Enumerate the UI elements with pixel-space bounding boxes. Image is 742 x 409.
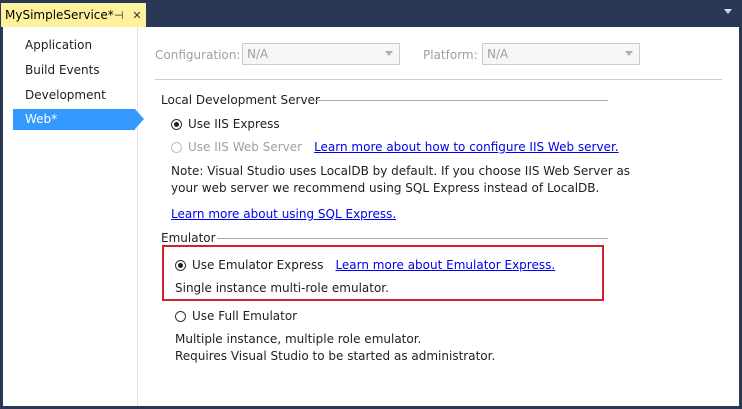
section-divider (217, 238, 608, 239)
document-tab[interactable]: MySimpleService* ⊣ ✕ (1, 3, 146, 27)
localdb-note: Note: Visual Studio uses LocalDB by defa… (171, 163, 630, 197)
iis-web-server-label: Use IIS Web Server (188, 140, 303, 154)
section-divider (312, 100, 608, 101)
emulator-express-option[interactable]: Use Emulator Express Learn more about Em… (175, 256, 555, 274)
iis-express-option[interactable]: Use IIS Express (171, 115, 280, 133)
close-icon[interactable]: ✕ (132, 9, 142, 22)
web-settings-content: Configuration: N/A Platform: N/A Local D… (138, 27, 739, 406)
full-emulator-option[interactable]: Use Full Emulator (175, 307, 297, 325)
platform-value: N/A (487, 47, 509, 61)
note-line: your web server we recommend using SQL E… (171, 181, 600, 195)
configuration-value: N/A (247, 47, 269, 61)
full-emulator-description: Multiple instance, multiple role emulato… (175, 331, 495, 365)
full-emulator-label: Use Full Emulator (192, 309, 298, 323)
platform-select[interactable]: N/A (482, 43, 640, 65)
chevron-down-icon (385, 51, 393, 56)
chevron-down-icon (625, 51, 633, 56)
project-properties-panel: Application Build Events Development Web… (3, 27, 739, 406)
document-tab-strip: MySimpleService* ⊣ ✕ (0, 0, 742, 27)
description-line: Multiple instance, multiple role emulato… (175, 332, 422, 346)
iis-web-server-radio (171, 141, 182, 153)
sidebar-item-web[interactable]: Web* (13, 109, 144, 130)
sidebar-item-application[interactable]: Application (13, 35, 135, 56)
note-line: Note: Visual Studio uses LocalDB by defa… (171, 164, 631, 178)
local-dev-server-header: Local Development Server (161, 93, 320, 107)
configuration-label: Configuration: (155, 48, 241, 62)
tab-list-dropdown-icon[interactable] (724, 9, 732, 14)
divider (155, 79, 722, 80)
emulator-express-link[interactable]: Learn more about Emulator Express. (335, 258, 555, 272)
iis-web-server-option: Use IIS Web Server Learn more about how … (171, 138, 619, 156)
emulator-express-description: Single instance multi-role emulator. (175, 281, 389, 295)
platform-label: Platform: (423, 48, 478, 62)
emulator-header: Emulator (161, 231, 216, 245)
full-emulator-radio[interactable] (175, 310, 186, 322)
iis-web-server-link[interactable]: Learn more about how to configure IIS We… (314, 140, 619, 154)
configuration-select[interactable]: N/A (242, 43, 400, 65)
iis-express-label: Use IIS Express (188, 117, 280, 131)
sql-express-link-row: Learn more about using SQL Express. (171, 206, 396, 223)
sidebar-item-development[interactable]: Development (13, 85, 135, 106)
sidebar-item-build-events[interactable]: Build Events (13, 60, 135, 81)
sql-express-link[interactable]: Learn more about using SQL Express. (171, 207, 396, 221)
configuration-row: Configuration: N/A Platform: N/A (138, 43, 728, 69)
iis-express-radio[interactable] (171, 118, 182, 130)
pin-icon[interactable]: ⊣ (114, 9, 124, 22)
document-tab-title: MySimpleService* (5, 8, 114, 22)
description-line: Requires Visual Studio to be started as … (175, 349, 496, 363)
emulator-express-label: Use Emulator Express (192, 258, 324, 272)
properties-sidebar: Application Build Events Development Web… (3, 27, 144, 406)
emulator-express-radio[interactable] (175, 259, 186, 271)
